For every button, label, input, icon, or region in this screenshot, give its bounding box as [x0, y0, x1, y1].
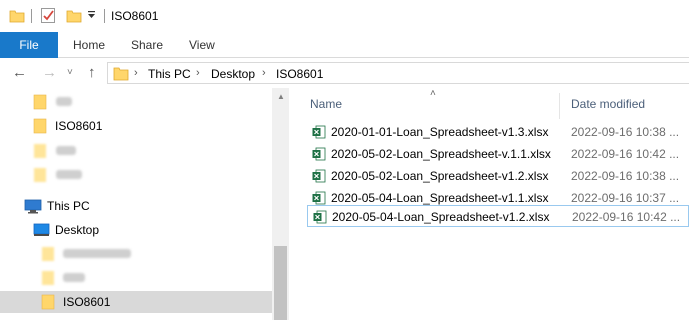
- scroll-up-icon[interactable]: ▲: [277, 92, 285, 101]
- navigation-bar: ← → ˅ ↑ › This PC › Desktop › ISO8601: [0, 58, 689, 88]
- sidebar-item-desktop[interactable]: Desktop: [0, 219, 272, 241]
- file-date-modified: 2022-09-16 10:38 ...: [571, 169, 680, 183]
- sidebar-item-label: ISO8601: [55, 119, 103, 133]
- sidebar-item-blurred[interactable]: [0, 267, 272, 289]
- folder-icon: [33, 143, 47, 162]
- sidebar-item-blurred[interactable]: [0, 91, 272, 113]
- file-date-modified: 2022-09-16 10:37 ...: [571, 191, 680, 205]
- address-bar[interactable]: › This PC › Desktop › ISO8601: [107, 62, 689, 84]
- title-bar: ISO8601: [0, 0, 689, 32]
- blurred-label: [56, 170, 82, 179]
- folder-icon: [33, 167, 47, 186]
- sidebar-item-iso8601-quick[interactable]: ISO8601: [0, 115, 272, 137]
- file-name: 2020-05-02-Loan_Spreadsheet-v1.2.xlsx: [331, 169, 549, 183]
- sidebar-item-iso8601[interactable]: ISO8601: [0, 291, 272, 313]
- excel-file-icon: [312, 147, 326, 161]
- file-name: 2020-05-04-Loan_Spreadsheet-v1.1.xlsx: [331, 191, 549, 205]
- excel-file-icon: [312, 169, 326, 183]
- file-date-modified: 2022-09-16 10:42 ...: [572, 210, 681, 224]
- breadcrumb-this-pc[interactable]: This PC: [148, 67, 191, 81]
- breadcrumb-separator: ›: [196, 67, 200, 79]
- separator: [104, 9, 105, 23]
- ribbon-tabs: File Home Share View: [0, 32, 689, 58]
- tab-view[interactable]: View: [189, 38, 215, 52]
- tab-share[interactable]: Share: [131, 38, 163, 52]
- breadcrumb-separator: ›: [262, 67, 266, 79]
- up-arrow-icon[interactable]: ↑: [88, 65, 96, 80]
- sidebar-item-blurred[interactable]: [0, 243, 272, 265]
- folder-icon: [33, 118, 47, 137]
- column-header-name[interactable]: Name: [310, 97, 342, 111]
- recent-locations-chevron-icon[interactable]: ˅: [67, 67, 73, 78]
- desktop-icon: [33, 223, 50, 240]
- file-list-pane: ˄ Name Date modified 2020-01-01-Loan_Spr…: [289, 88, 689, 320]
- new-folder-icon[interactable]: [66, 8, 82, 27]
- blurred-label: [56, 97, 72, 106]
- folder-icon: [41, 270, 55, 289]
- navigation-pane: ISO8601 This PC Desktop ISO8601 ▲: [0, 88, 289, 320]
- folder-icon[interactable]: [9, 8, 25, 27]
- folder-icon: [113, 67, 129, 84]
- file-row[interactable]: 2020-01-01-Loan_Spreadsheet-v1.3.xlsx 20…: [307, 121, 689, 143]
- sidebar-item-this-pc[interactable]: This PC: [0, 195, 272, 217]
- tab-home[interactable]: Home: [73, 38, 105, 52]
- forward-arrow-icon[interactable]: →: [42, 65, 57, 80]
- properties-check-icon[interactable]: [40, 7, 56, 27]
- back-arrow-icon[interactable]: ←: [12, 65, 27, 80]
- file-date-modified: 2022-09-16 10:38 ...: [571, 125, 680, 139]
- excel-file-icon: [312, 125, 326, 139]
- scrollbar-thumb[interactable]: [274, 246, 287, 320]
- breadcrumb-iso8601[interactable]: ISO8601: [276, 67, 323, 81]
- sidebar-item-label: Desktop: [55, 223, 100, 237]
- file-name: 2020-05-02-Loan_Spreadsheet-v.1.1.xlsx: [331, 147, 551, 161]
- sort-ascending-icon: ˄: [430, 88, 436, 99]
- breadcrumb-separator: ›: [134, 67, 138, 79]
- computer-icon: [24, 199, 42, 217]
- excel-file-icon: [313, 210, 327, 224]
- blurred-label: [63, 273, 85, 282]
- blurred-label: [56, 146, 76, 155]
- column-divider[interactable]: [559, 93, 560, 119]
- sidebar-item-blurred[interactable]: [0, 140, 272, 162]
- sidebar-item-label: ISO8601: [63, 295, 111, 309]
- tab-file[interactable]: File: [0, 32, 58, 58]
- breadcrumb-desktop[interactable]: Desktop: [211, 67, 255, 81]
- window-title: ISO8601: [111, 9, 159, 23]
- file-row[interactable]: 2020-05-02-Loan_Spreadsheet-v1.2.xlsx 20…: [307, 165, 689, 187]
- folder-icon: [41, 294, 55, 313]
- sidebar-item-label: This PC: [47, 199, 90, 213]
- file-row-selected[interactable]: 2020-05-04-Loan_Spreadsheet-v1.2.xlsx 20…: [307, 205, 689, 227]
- folder-icon: [41, 246, 55, 265]
- file-date-modified: 2022-09-16 10:42 ...: [571, 147, 680, 161]
- file-row[interactable]: 2020-05-02-Loan_Spreadsheet-v.1.1.xlsx 2…: [307, 143, 689, 165]
- blurred-label: [63, 249, 131, 258]
- folder-icon: [33, 94, 47, 113]
- separator: [31, 9, 32, 23]
- excel-file-icon: [312, 191, 326, 205]
- column-header-date-modified[interactable]: Date modified: [571, 97, 645, 111]
- file-name: 2020-01-01-Loan_Spreadsheet-v1.3.xlsx: [331, 125, 549, 139]
- customize-arrow-icon[interactable]: [87, 10, 96, 23]
- sidebar-item-blurred[interactable]: [0, 164, 272, 186]
- file-name: 2020-05-04-Loan_Spreadsheet-v1.2.xlsx: [332, 210, 550, 224]
